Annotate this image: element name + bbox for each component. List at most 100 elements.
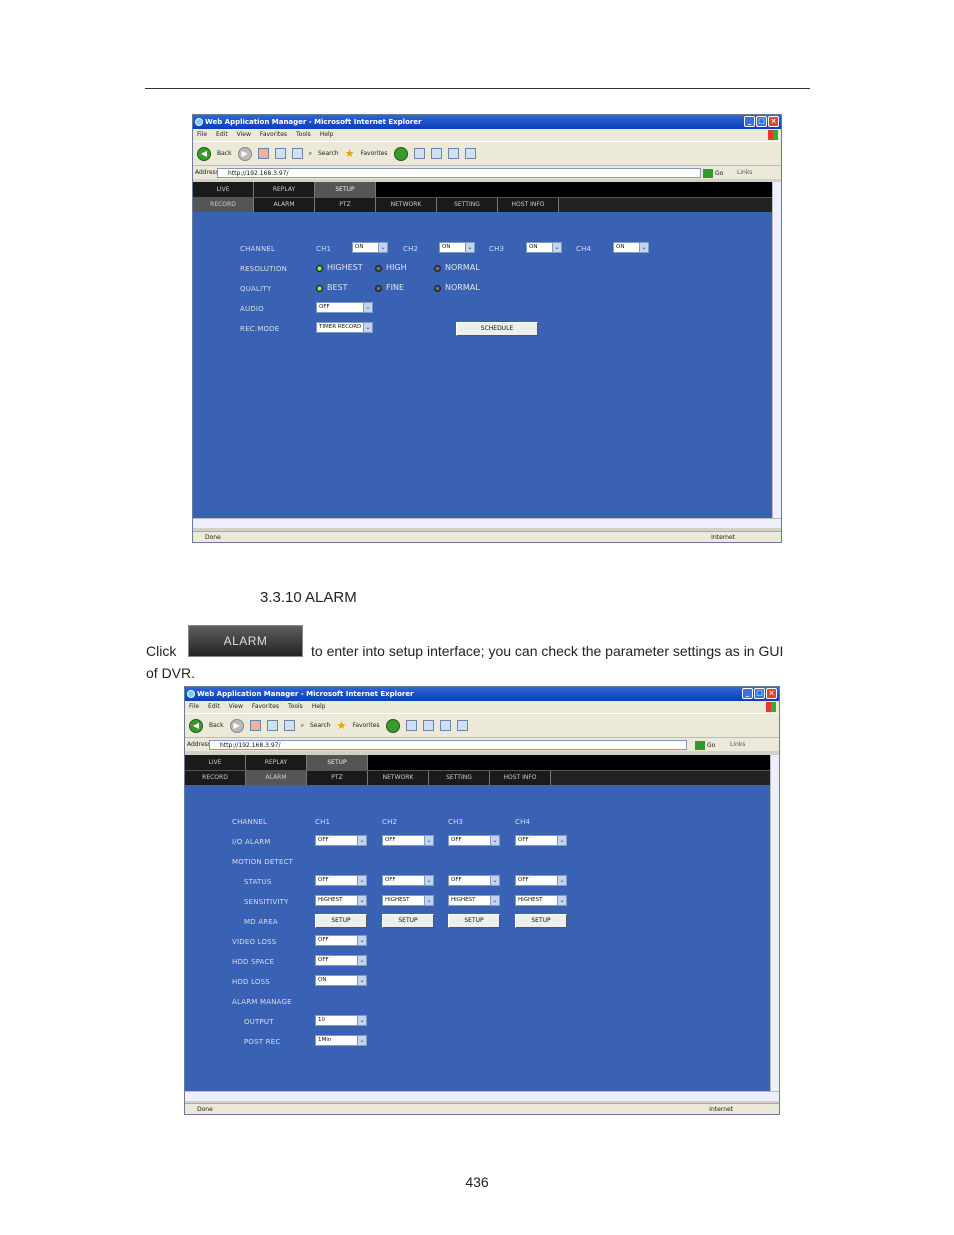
tab-live[interactable]: LIVE (193, 182, 254, 197)
md-area-ch2-setup-button[interactable]: SETUP (382, 914, 434, 928)
menu-help[interactable]: Help (320, 129, 334, 141)
print-icon[interactable] (430, 148, 442, 159)
close-icon[interactable]: × (768, 116, 779, 127)
quality-radio-fine[interactable] (375, 285, 382, 292)
maximize-icon[interactable]: □ (756, 116, 767, 127)
sensitivity-ch4-select[interactable]: HIGHEST ⌄ (515, 895, 567, 906)
status-ch3-select[interactable]: OFF ⌄ (448, 875, 500, 886)
search-icon[interactable]: ⌕ (309, 150, 312, 158)
menu-edit[interactable]: Edit (208, 701, 220, 713)
io-alarm-ch3-select[interactable]: OFF ⌄ (448, 835, 500, 846)
edit-icon[interactable] (439, 720, 451, 731)
quality-radio-best[interactable] (316, 285, 323, 292)
back-label[interactable]: Back (209, 722, 224, 729)
home-icon[interactable] (291, 148, 303, 159)
io-alarm-ch1-select[interactable]: OFF ⌄ (315, 835, 367, 846)
vertical-scrollbar[interactable] (772, 182, 781, 518)
history-icon[interactable] (385, 718, 400, 733)
address-input[interactable]: http://192.168.3.97/ (209, 740, 687, 750)
subtab-network[interactable]: NETWORK (368, 771, 429, 785)
links-label[interactable]: Links (737, 166, 752, 180)
home-icon[interactable] (283, 720, 295, 731)
resolution-radio-high[interactable] (375, 265, 382, 272)
tab-replay[interactable]: REPLAY (246, 755, 307, 770)
mail-icon[interactable] (405, 720, 417, 731)
menu-help[interactable]: Help (312, 701, 326, 713)
ch4-select[interactable]: ON ⌄ (613, 242, 649, 253)
output-select[interactable]: 10 ⌄ (315, 1015, 367, 1026)
menu-file[interactable]: File (189, 701, 199, 713)
back-icon[interactable]: ◀ (197, 146, 211, 161)
favorites-label[interactable]: Favorites (352, 722, 379, 729)
search-label[interactable]: Search (318, 150, 339, 157)
horizontal-scrollbar[interactable] (185, 1091, 779, 1101)
menu-favorites[interactable]: Favorites (252, 701, 279, 713)
post-rec-select[interactable]: 1Min ⌄ (315, 1035, 367, 1046)
hdd-space-select[interactable]: OFF ⌄ (315, 955, 367, 966)
links-label[interactable]: Links (730, 738, 745, 752)
stop-icon[interactable] (249, 720, 261, 731)
stop-icon[interactable] (257, 148, 269, 159)
discuss-icon[interactable] (464, 148, 476, 159)
sensitivity-ch2-select[interactable]: HIGHEST ⌄ (382, 895, 434, 906)
subtab-host-info[interactable]: HOST INFO (498, 198, 559, 212)
subtab-alarm[interactable]: ALARM (246, 771, 307, 785)
menu-edit[interactable]: Edit (216, 129, 228, 141)
resolution-radio-highest[interactable] (316, 265, 323, 272)
io-alarm-ch2-select[interactable]: OFF ⌄ (382, 835, 434, 846)
minimize-icon[interactable]: _ (742, 688, 753, 699)
tab-setup[interactable]: SETUP (307, 755, 368, 770)
edit-icon[interactable] (447, 148, 459, 159)
md-area-ch4-setup-button[interactable]: SETUP (515, 914, 567, 928)
menu-view[interactable]: View (229, 701, 243, 713)
io-alarm-ch4-select[interactable]: OFF ⌄ (515, 835, 567, 846)
menu-tools[interactable]: Tools (296, 129, 311, 141)
sensitivity-ch1-select[interactable]: HIGHEST ⌄ (315, 895, 367, 906)
tab-setup[interactable]: SETUP (315, 182, 376, 197)
subtab-ptz[interactable]: PTZ (315, 198, 376, 212)
refresh-icon[interactable] (266, 720, 278, 731)
favorites-icon[interactable]: ★ (345, 147, 355, 160)
video-loss-select[interactable]: OFF ⌄ (315, 935, 367, 946)
search-label[interactable]: Search (310, 722, 331, 729)
menu-favorites[interactable]: Favorites (260, 129, 287, 141)
favorites-label[interactable]: Favorites (360, 150, 387, 157)
recmode-select[interactable]: TIMER RECORD ⌄ (316, 322, 373, 333)
close-icon[interactable]: × (766, 688, 777, 699)
forward-icon[interactable]: ▶ (229, 718, 244, 733)
go-button[interactable]: Go (695, 739, 715, 753)
subtab-network[interactable]: NETWORK (376, 198, 437, 212)
subtab-setting[interactable]: SETTING (437, 198, 498, 212)
menu-tools[interactable]: Tools (288, 701, 303, 713)
resolution-radio-normal[interactable] (434, 265, 441, 272)
status-ch1-select[interactable]: OFF ⌄ (315, 875, 367, 886)
md-area-ch1-setup-button[interactable]: SETUP (315, 914, 367, 928)
favorites-icon[interactable]: ★ (337, 719, 347, 732)
subtab-record[interactable]: RECORD (193, 198, 254, 212)
subtab-record[interactable]: RECORD (185, 771, 246, 785)
maximize-icon[interactable]: □ (754, 688, 765, 699)
horizontal-scrollbar[interactable] (193, 518, 781, 528)
ch3-select[interactable]: ON ⌄ (526, 242, 562, 253)
back-icon[interactable]: ◀ (189, 718, 203, 733)
audio-select[interactable]: OFF ⌄ (316, 302, 373, 313)
minimize-icon[interactable]: _ (744, 116, 755, 127)
sensitivity-ch3-select[interactable]: HIGHEST ⌄ (448, 895, 500, 906)
address-input[interactable]: http://192.168.3.97/ (217, 168, 701, 178)
subtab-ptz[interactable]: PTZ (307, 771, 368, 785)
hdd-loss-select[interactable]: ON ⌄ (315, 975, 367, 986)
status-ch2-select[interactable]: OFF ⌄ (382, 875, 434, 886)
history-icon[interactable] (393, 146, 408, 161)
tab-live[interactable]: LIVE (185, 755, 246, 770)
go-button[interactable]: Go (703, 167, 723, 181)
menu-view[interactable]: View (237, 129, 251, 141)
print-icon[interactable] (422, 720, 434, 731)
refresh-icon[interactable] (274, 148, 286, 159)
status-ch4-select[interactable]: OFF ⌄ (515, 875, 567, 886)
discuss-icon[interactable] (456, 720, 468, 731)
forward-icon[interactable]: ▶ (237, 146, 252, 161)
subtab-alarm[interactable]: ALARM (254, 198, 315, 212)
search-icon[interactable]: ⌕ (301, 722, 304, 730)
vertical-scrollbar[interactable] (770, 755, 779, 1091)
ch2-select[interactable]: ON ⌄ (439, 242, 475, 253)
